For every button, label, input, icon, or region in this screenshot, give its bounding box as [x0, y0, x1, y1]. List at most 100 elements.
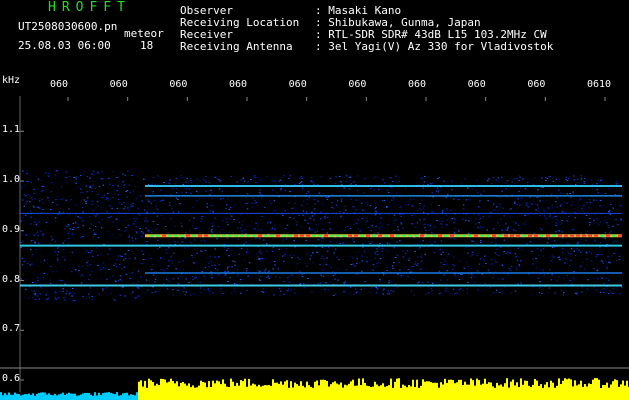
- noise-speck: [393, 220, 396, 222]
- noise-speck: [594, 239, 596, 241]
- noise-speck: [139, 276, 142, 278]
- noise-speck: [411, 215, 413, 216]
- noise-speck: [380, 258, 382, 260]
- noise-speck: [479, 258, 482, 260]
- noise-speck: [537, 277, 539, 279]
- noise-speck: [216, 290, 219, 292]
- noise-speck: [331, 202, 333, 203]
- noise-speck: [246, 250, 248, 252]
- noise-speck: [71, 233, 73, 235]
- noise-speck: [35, 249, 37, 251]
- level-bar: [208, 381, 210, 400]
- noise-speck: [54, 296, 57, 298]
- noise-speck: [216, 274, 219, 276]
- noise-speck: [195, 200, 198, 202]
- noise-speck: [408, 257, 410, 259]
- noise-speck: [242, 232, 244, 234]
- noise-speck: [617, 223, 619, 225]
- noise-speck: [152, 274, 155, 276]
- level-bar: [58, 394, 60, 400]
- noise-speck: [132, 240, 134, 242]
- level-bar: [622, 380, 624, 400]
- level-bar: [36, 393, 38, 400]
- level-bar: [18, 394, 20, 400]
- noise-speck: [336, 256, 338, 258]
- level-bar: [100, 395, 102, 400]
- noise-speck: [101, 178, 103, 180]
- noise-speck: [246, 270, 248, 272]
- noise-speck: [293, 217, 295, 219]
- noise-speck: [260, 229, 262, 230]
- noise-speck: [322, 238, 324, 239]
- noise-speck: [441, 211, 444, 213]
- noise-speck: [587, 290, 589, 292]
- noise-speck: [292, 196, 294, 198]
- noise-speck: [570, 248, 573, 250]
- noise-speck: [260, 276, 262, 277]
- noise-speck: [261, 215, 263, 217]
- noise-speck: [56, 259, 59, 261]
- noise-speck: [395, 175, 397, 177]
- noise-speck: [418, 281, 420, 283]
- noise-speck: [581, 206, 584, 208]
- noise-speck: [81, 207, 84, 209]
- noise-speck: [207, 289, 210, 291]
- noise-speck: [30, 249, 32, 251]
- strong-signal-mark: [210, 234, 214, 237]
- noise-speck: [499, 196, 501, 198]
- level-bar: [476, 378, 478, 400]
- noise-speck: [466, 292, 469, 294]
- noise-speck: [310, 255, 312, 257]
- noise-speck: [425, 223, 427, 225]
- noise-speck: [122, 173, 124, 175]
- noise-speck: [558, 276, 560, 278]
- level-bar: [194, 387, 196, 400]
- level-bar: [110, 392, 112, 400]
- noise-speck: [609, 232, 611, 234]
- noise-speck: [543, 209, 545, 211]
- noise-speck: [612, 207, 614, 209]
- noise-speck: [585, 264, 588, 266]
- noise-speck: [549, 217, 552, 219]
- noise-speck: [62, 198, 64, 200]
- noise-speck: [341, 176, 344, 178]
- noise-speck: [364, 221, 367, 223]
- noise-speck: [571, 277, 573, 278]
- noise-speck: [93, 232, 96, 234]
- noise-speck: [382, 293, 384, 295]
- noise-speck: [128, 234, 130, 236]
- noise-speck: [454, 275, 457, 277]
- noise-speck: [56, 254, 59, 256]
- noise-speck: [581, 291, 583, 293]
- noise-speck: [502, 250, 504, 252]
- noise-speck: [218, 264, 221, 266]
- noise-speck: [376, 263, 378, 264]
- noise-speck: [93, 204, 95, 205]
- noise-speck: [387, 250, 389, 252]
- noise-speck: [233, 219, 235, 220]
- noise-speck: [353, 293, 355, 295]
- level-bar: [380, 385, 382, 400]
- noise-speck: [267, 294, 270, 296]
- noise-speck: [307, 263, 309, 265]
- noise-speck: [558, 259, 561, 261]
- noise-speck: [188, 229, 191, 231]
- noise-speck: [171, 206, 173, 207]
- noise-speck: [438, 270, 441, 272]
- noise-speck: [501, 229, 503, 231]
- noise-speck: [25, 202, 27, 204]
- noise-speck: [572, 201, 574, 203]
- noise-speck: [130, 293, 133, 295]
- noise-speck: [531, 250, 533, 252]
- noise-speck: [146, 243, 148, 245]
- level-bar: [102, 393, 104, 400]
- noise-speck: [123, 202, 125, 203]
- level-bar: [254, 384, 256, 400]
- noise-speck: [42, 234, 44, 236]
- noise-speck: [55, 298, 58, 300]
- noise-speck: [332, 275, 335, 277]
- noise-speck: [112, 298, 115, 300]
- noise-speck: [122, 181, 124, 183]
- noise-speck: [494, 271, 496, 273]
- noise-speck: [379, 280, 382, 282]
